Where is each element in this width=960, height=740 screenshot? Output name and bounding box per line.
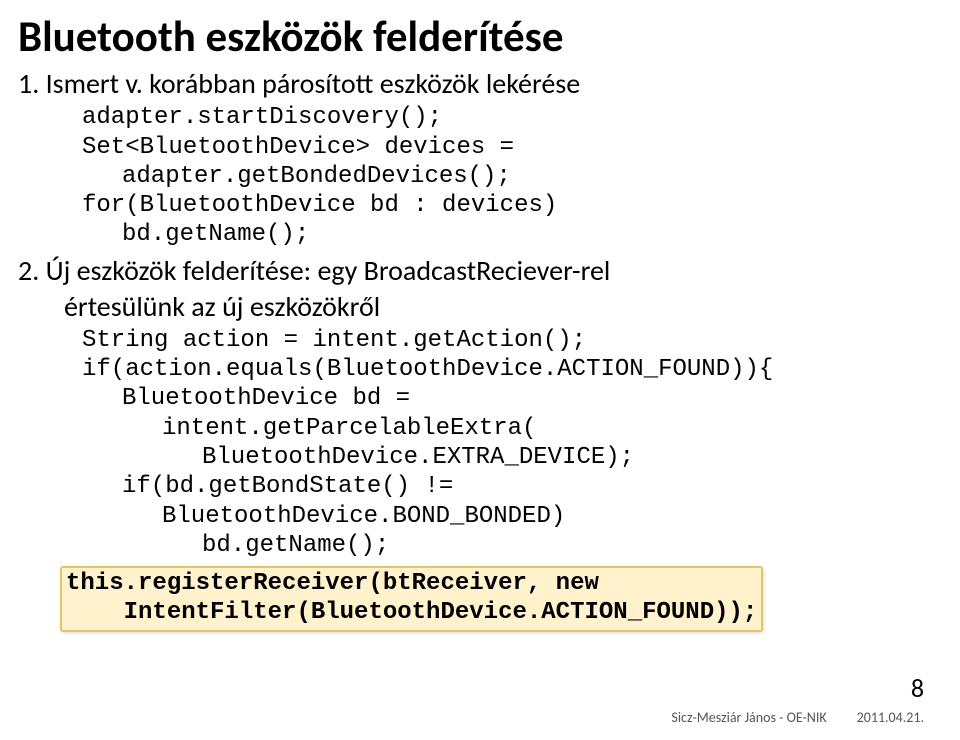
list-text-cont: értesülünk az új eszközökről: [18, 290, 932, 324]
footer-author: Sicz-Mesziár János - OE-NIK: [671, 709, 826, 726]
list-num: 1.: [18, 66, 39, 101]
code-line: IntentFilter(BluetoothDevice.ACTION_FOUN…: [66, 598, 757, 627]
code-line: adapter.startDiscovery();: [82, 103, 932, 132]
list-text: Új eszközök felderítése: egy BroadcastRe…: [46, 253, 611, 288]
code-line: bd.getName();: [82, 531, 932, 560]
code-line: bd.getName();: [82, 220, 932, 249]
list-num: 2.: [18, 253, 39, 288]
code-line: BluetoothDevice.EXTRA_DEVICE);: [82, 443, 932, 472]
code-line: for(BluetoothDevice bd : devices): [82, 191, 932, 220]
footer-date: 2011.04.21.: [857, 709, 924, 726]
code-line: intent.getParcelableExtra(: [82, 414, 932, 443]
highlighted-code: this.registerReceiver(btReceiver, new In…: [60, 566, 763, 632]
code-block-1: adapter.startDiscovery(); Set<BluetoothD…: [82, 103, 932, 249]
list-item-1: 1. Ismert v. korábban párosított eszközö…: [18, 67, 932, 101]
code-line: BluetoothDevice.BOND_BONDED): [82, 502, 932, 531]
page-number: 8: [911, 672, 924, 704]
list-item-2: 2. Új eszközök felderítése: egy Broadcas…: [18, 254, 932, 288]
slide-footer: Sicz-Mesziár János - OE-NIK 2011.04.21.: [671, 709, 924, 726]
code-line: this.registerReceiver(btReceiver, new: [66, 569, 757, 598]
code-block-2: String action = intent.getAction(); if(a…: [82, 326, 932, 560]
code-line: String action = intent.getAction();: [82, 326, 932, 355]
list-text: Ismert v. korábban párosított eszközök l…: [46, 66, 581, 101]
slide-title: Bluetooth eszközök felderítése: [18, 14, 932, 59]
code-line: if(action.equals(BluetoothDevice.ACTION_…: [82, 355, 932, 384]
code-line: adapter.getBondedDevices();: [82, 162, 932, 191]
code-line: Set<BluetoothDevice> devices =: [82, 133, 932, 162]
code-line: BluetoothDevice bd =: [82, 384, 932, 413]
code-line: if(bd.getBondState() !=: [82, 472, 932, 501]
